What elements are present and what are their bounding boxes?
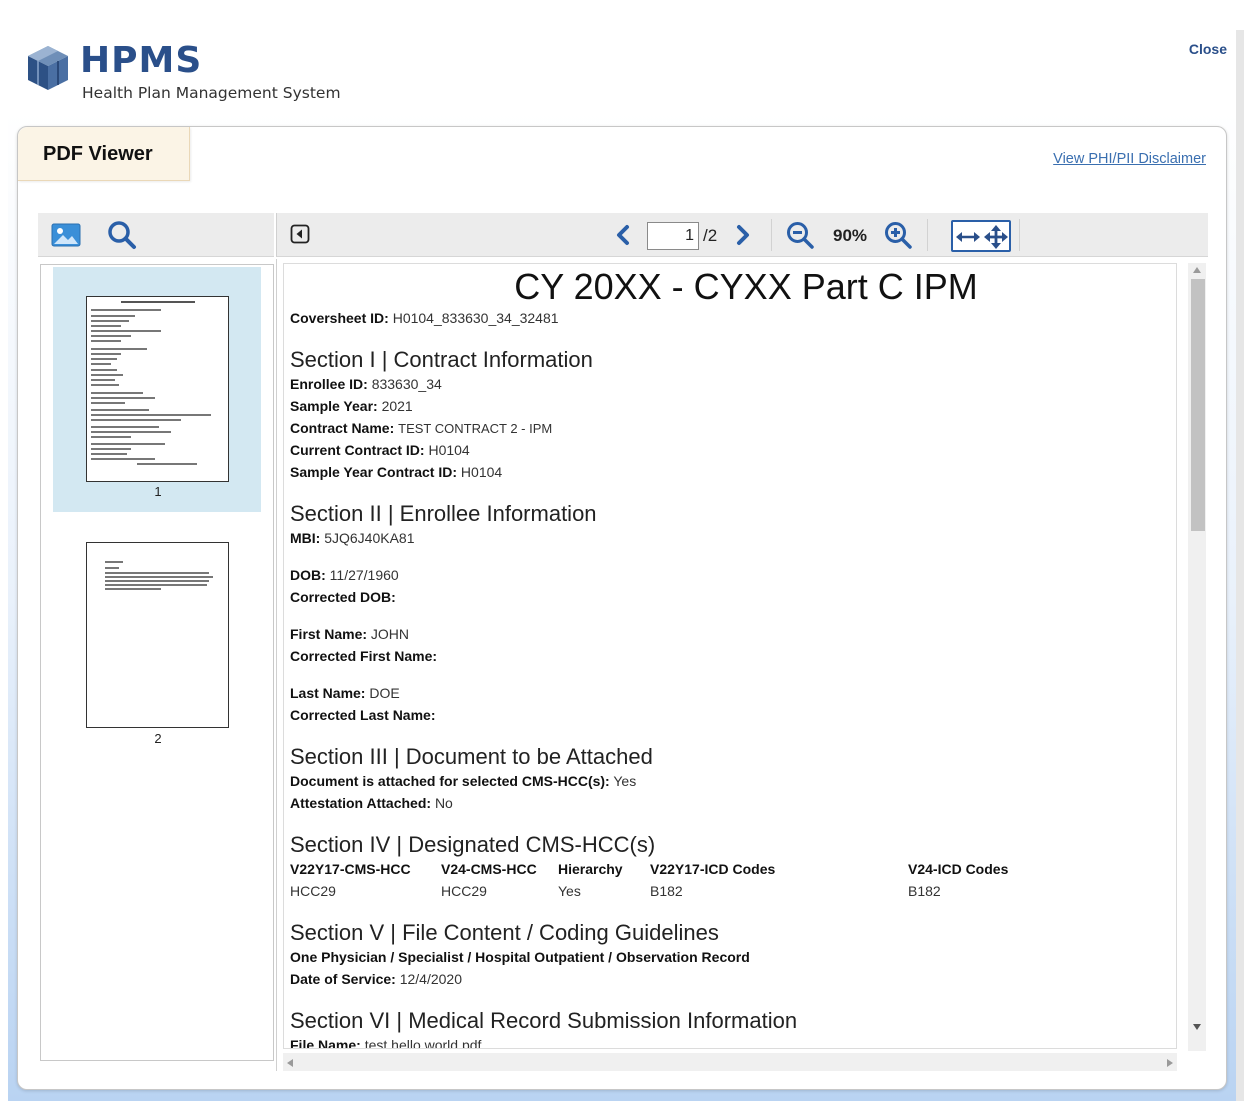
brand-subtitle: Health Plan Management System	[82, 84, 341, 102]
zoom-out-button[interactable]	[785, 220, 815, 250]
page-thumbnail-2[interactable]	[86, 542, 229, 728]
table-cell: HCC29	[441, 883, 487, 899]
horizontal-scrollbar[interactable]	[283, 1053, 1177, 1071]
zoom-in-button[interactable]	[883, 220, 913, 250]
toolbar-divider	[1019, 219, 1020, 251]
field-row: Enrollee ID: 833630_34	[290, 376, 442, 392]
page-scrollbar[interactable]	[1236, 30, 1244, 1101]
record-type: One Physician / Specialist / Hospital Ou…	[290, 949, 750, 965]
table-cell: B182	[650, 883, 683, 899]
section-heading: Section I | Contract Information	[290, 347, 593, 372]
scroll-down-icon[interactable]	[1192, 1023, 1202, 1031]
fit-width-icon[interactable]	[955, 226, 981, 248]
next-page-button[interactable]	[731, 222, 755, 248]
fit-mode-group	[951, 220, 1011, 252]
table-header-cell: Hierarchy	[558, 861, 623, 877]
section-heading: Section III | Document to be Attached	[290, 744, 653, 769]
thumbnail-sidebar: 1 2	[40, 264, 274, 1061]
table-header-cell: V24-CMS-HCC	[441, 861, 537, 877]
page-total: /2	[703, 226, 718, 245]
toolbar-divider	[771, 219, 772, 251]
scroll-up-icon[interactable]	[1192, 266, 1202, 274]
scroll-left-icon[interactable]	[286, 1058, 294, 1068]
table-cell: B182	[908, 883, 941, 899]
brand-name: HPMS	[80, 40, 203, 81]
field-row: File Name: test hello world.pdf	[290, 1037, 482, 1049]
sidebar-toolbar	[38, 213, 274, 257]
phi-pii-disclaimer-link[interactable]: View PHI/PII Disclaimer	[1053, 151, 1206, 167]
field-row: Current Contract ID: H0104	[290, 442, 470, 458]
pan-move-icon[interactable]	[983, 224, 1009, 250]
field-row: Corrected Last Name:	[290, 707, 436, 723]
pdf-viewer: /2 90%	[38, 213, 1208, 1071]
document-title: CY 20XX - CYXX Part C IPM	[514, 266, 978, 307]
field-row: Date of Service: 12/4/2020	[290, 971, 463, 987]
close-button[interactable]: Close	[1189, 41, 1227, 57]
thumbnail-label: 1	[154, 484, 162, 499]
table-header-cell: V24-ICD Codes	[908, 861, 1009, 877]
field-row: Sample Year: 2021	[290, 398, 413, 414]
zoom-level: 90%	[833, 226, 868, 245]
document-view: CY 20XX - CYXX Part C IPM Coversheet ID:…	[276, 259, 1208, 1071]
app-header: HPMS Health Plan Management System Close	[0, 0, 1244, 120]
table-header-cell: V22Y17-ICD Codes	[650, 861, 776, 877]
field-row: Contract Name: TEST CONTRACT 2 - IPM	[290, 420, 553, 436]
field-row: Last Name: DOE	[290, 685, 400, 701]
search-icon[interactable]	[106, 219, 138, 251]
pdf-viewer-panel: PDF Viewer View PHI/PII Disclaimer 1 /2 …	[17, 126, 1227, 1090]
section-heading: Section II | Enrollee Information	[290, 501, 597, 526]
hpms-logo-icon	[28, 46, 68, 90]
section-heading: Section IV | Designated CMS-HCC(s)	[290, 832, 656, 857]
vertical-scrollbar[interactable]	[1188, 263, 1206, 1051]
field-row: DOB: 11/27/1960	[290, 567, 399, 583]
field-row: Corrected DOB:	[290, 589, 396, 605]
section-heading: Section VI | Medical Record Submission I…	[290, 1008, 798, 1033]
table-cell: HCC29	[290, 883, 336, 899]
panel-tab: PDF Viewer	[18, 127, 190, 181]
scrollbar-thumb[interactable]	[1191, 279, 1205, 531]
document-page: CY 20XX - CYXX Part C IPM Coversheet ID:…	[283, 263, 1177, 1049]
coversheet-id: Coversheet ID: H0104_833630_34_32481	[290, 310, 559, 326]
table-header-cell: V22Y17-CMS-HCC	[290, 861, 411, 877]
field-row: Document is attached for selected CMS-HC…	[290, 773, 637, 789]
toolbar-divider	[927, 219, 928, 251]
previous-page-button[interactable]	[611, 222, 635, 248]
thumbnail-label: 2	[154, 731, 162, 746]
field-row: MBI: 5JQ6J40KA81	[290, 530, 415, 546]
field-row: First Name: JOHN	[290, 626, 410, 642]
field-row: Attestation Attached: No	[290, 795, 453, 811]
section-heading: Section V | File Content / Coding Guidel…	[290, 920, 719, 945]
scroll-right-icon[interactable]	[1166, 1058, 1174, 1068]
page-number-input[interactable]	[647, 222, 699, 250]
table-cell: Yes	[558, 883, 581, 899]
viewer-toolbar: /2 90%	[276, 213, 1208, 257]
field-row: Sample Year Contract ID: H0104	[290, 464, 503, 480]
field-row: Corrected First Name:	[290, 648, 438, 664]
image-icon[interactable]	[50, 221, 82, 249]
panel-tab-label: PDF Viewer	[43, 143, 153, 165]
page-thumbnail-1[interactable]	[86, 296, 229, 482]
sidebar-toggle-icon[interactable]	[289, 223, 311, 245]
